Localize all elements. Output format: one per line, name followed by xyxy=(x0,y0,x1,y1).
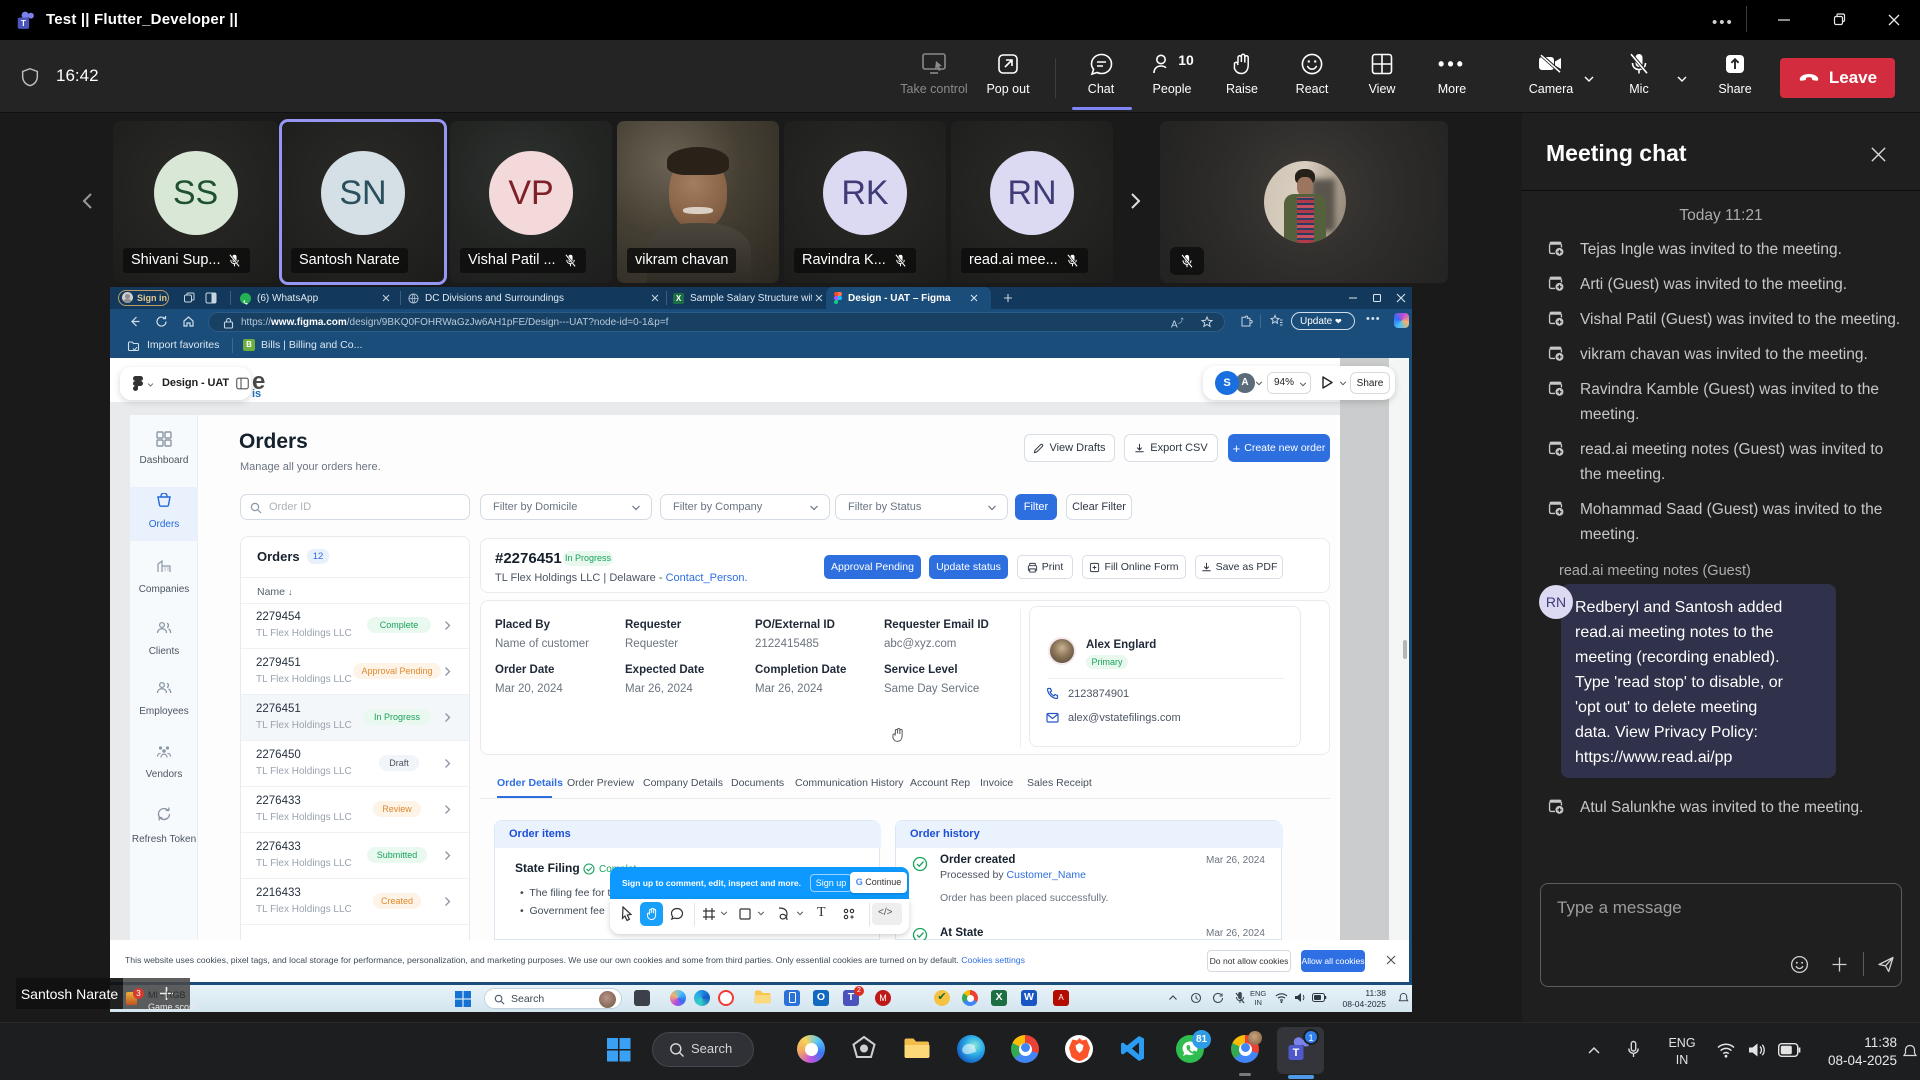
svg-text:T: T xyxy=(1293,1047,1300,1059)
svg-text:T: T xyxy=(21,18,26,28)
